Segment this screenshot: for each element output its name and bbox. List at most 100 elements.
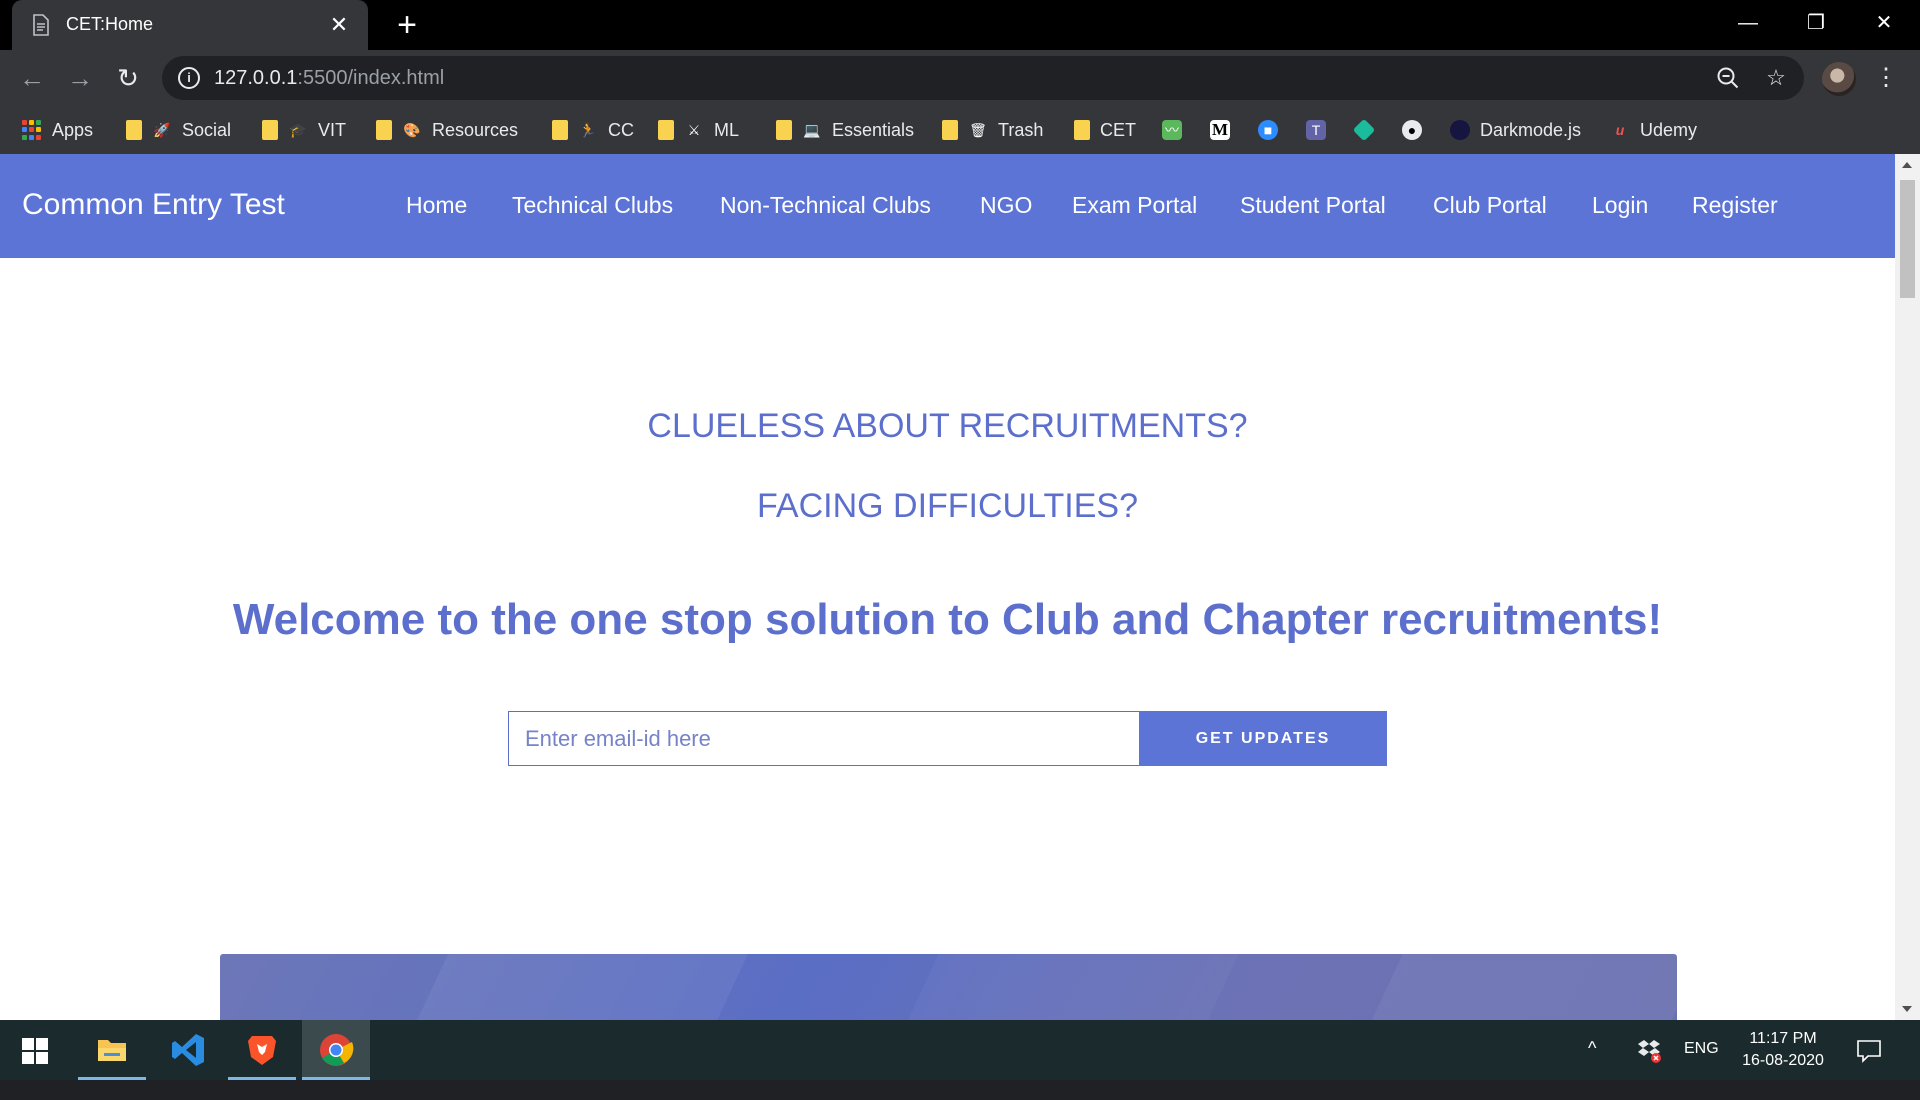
bookmark-diamond[interactable] [1352, 116, 1376, 144]
bookmarks-bar: Apps 🚀 Social 🎓 VIT 🎨 Resources 🏃 CC ⚔ M… [0, 106, 1920, 154]
language-indicator[interactable]: ENG [1684, 1040, 1719, 1100]
page-viewport: Common Entry Test Home Technical Clubs N… [0, 154, 1895, 1020]
apps-grid-icon [22, 120, 42, 140]
bookmark-label: Darkmode.js [1480, 119, 1582, 140]
medium-icon: M [1210, 120, 1230, 140]
bookmark-vit[interactable]: 🎓 VIT [262, 116, 346, 144]
hero-banner [220, 954, 1677, 1020]
clock[interactable]: 11:17 PM 16-08-2020 [1738, 1028, 1828, 1088]
bookmark-label: Essentials [832, 119, 915, 140]
minimize-button[interactable]: — [1718, 6, 1778, 40]
bookmark-teams[interactable]: T [1306, 116, 1326, 144]
bookmark-resources[interactable]: 🎨 Resources [376, 116, 518, 144]
bookmark-label: Resources [432, 119, 519, 140]
bookmark-essentials[interactable]: 💻 Essentials [776, 116, 914, 144]
chrome-icon [320, 1034, 354, 1066]
file-explorer-icon [98, 1040, 126, 1061]
tab-close-icon[interactable]: ✕ [326, 12, 352, 38]
darkmode-icon [1450, 120, 1470, 140]
nav-exam-portal[interactable]: Exam Portal [1072, 192, 1197, 219]
scroll-up-arrow-icon[interactable] [1902, 162, 1912, 168]
windows-start-icon[interactable] [22, 1038, 48, 1064]
palette-icon: 🎨 [403, 122, 421, 138]
notification-center-icon[interactable] [1856, 1038, 1882, 1064]
diamond-icon [1352, 118, 1376, 142]
udemy-icon: u [1615, 122, 1625, 138]
folder-icon [1074, 120, 1090, 140]
teams-icon: T [1306, 120, 1326, 140]
folder-icon [126, 120, 142, 140]
tray-expand-chevron-icon[interactable]: ^ [1588, 1038, 1596, 1098]
restore-button[interactable]: ❐ [1786, 6, 1846, 40]
site-info-icon[interactable]: i [178, 67, 200, 89]
bookmark-udemy[interactable]: u Udemy [1610, 116, 1697, 144]
bookmark-label: Apps [52, 119, 94, 140]
rocket-icon: 🚀 [153, 122, 171, 138]
bookmark-cc[interactable]: 🏃 CC [552, 116, 634, 144]
bookmark-apps[interactable]: Apps [22, 116, 93, 144]
profile-avatar[interactable] [1822, 62, 1856, 96]
bookmark-darkmode[interactable]: Darkmode.js [1450, 116, 1581, 144]
new-tab-button[interactable]: + [390, 8, 424, 42]
zoom-video-icon: ■ [1258, 120, 1278, 140]
nav-home[interactable]: Home [406, 192, 467, 219]
folder-icon [776, 120, 792, 140]
folder-icon [942, 120, 958, 140]
zoom-icon[interactable] [1714, 64, 1742, 92]
nav-technical-clubs[interactable]: Technical Clubs [512, 192, 673, 219]
bookmark-trash[interactable]: 🗑 Trash [942, 116, 1043, 144]
taskbar-chrome[interactable] [302, 1020, 370, 1080]
browser-toolbar: ← → ↻ i 127.0.0.1:5500/index.html ☆ ⋮ [0, 50, 1920, 106]
chrome-menu-icon[interactable]: ⋮ [1874, 62, 1898, 94]
folder-icon [376, 120, 392, 140]
laptop-icon: 💻 [803, 122, 821, 138]
brave-icon [248, 1036, 276, 1065]
bookmark-chart-site[interactable]: 〰 [1162, 116, 1182, 144]
nav-club-portal[interactable]: Club Portal [1433, 192, 1547, 219]
url-text: 127.0.0.1:5500/index.html [214, 67, 444, 90]
bookmark-cet[interactable]: CET [1074, 116, 1136, 144]
graduation-cap-icon: 🎓 [289, 122, 307, 138]
folder-icon [262, 120, 278, 140]
bookmark-zoom[interactable]: ■ [1258, 116, 1278, 144]
folder-icon [658, 120, 674, 140]
scroll-thumb[interactable] [1900, 180, 1915, 298]
email-input[interactable] [508, 711, 1140, 766]
back-button[interactable]: ← [16, 62, 48, 94]
bookmark-label: Trash [998, 119, 1044, 140]
clock-time: 11:17 PM [1749, 1030, 1817, 1047]
clock-date: 16-08-2020 [1742, 1052, 1824, 1069]
url-path: :5500/index.html [297, 67, 445, 89]
nav-login[interactable]: Login [1592, 192, 1648, 219]
reload-button[interactable]: ↻ [112, 62, 144, 94]
tab-title: CET:Home [66, 14, 154, 34]
bookmark-medium[interactable]: M [1210, 116, 1230, 144]
address-bar[interactable]: i 127.0.0.1:5500/index.html ☆ [162, 56, 1804, 100]
bookmark-label: CET [1100, 119, 1136, 140]
get-updates-button[interactable]: GET UPDATES [1139, 711, 1387, 766]
bookmark-social[interactable]: 🚀 Social [126, 116, 231, 144]
trash-icon: 🗑 [969, 122, 987, 138]
nav-non-technical-clubs[interactable]: Non-Technical Clubs [720, 192, 931, 219]
dropbox-icon[interactable] [1634, 1036, 1662, 1064]
taskbar-vscode[interactable] [154, 1020, 222, 1080]
nav-ngo[interactable]: NGO [980, 192, 1032, 219]
scroll-down-arrow-icon[interactable] [1902, 1006, 1912, 1012]
forward-button[interactable]: → [64, 62, 96, 94]
tab-strip: CET:Home ✕ + — ❐ ✕ [0, 0, 1920, 51]
nav-register[interactable]: Register [1692, 192, 1778, 219]
site-brand[interactable]: Common Entry Test [22, 188, 285, 222]
browser-tab[interactable]: CET:Home ✕ [12, 0, 368, 51]
bookmark-label: Social [182, 119, 232, 140]
bookmark-github[interactable]: ● [1402, 116, 1422, 144]
nav-student-portal[interactable]: Student Portal [1240, 192, 1386, 219]
taskbar-file-explorer[interactable] [78, 1020, 146, 1080]
bookmark-star-icon[interactable]: ☆ [1762, 64, 1790, 92]
bookmark-label: Udemy [1640, 119, 1698, 140]
taskbar-brave[interactable] [228, 1020, 296, 1080]
page-scrollbar[interactable] [1895, 154, 1920, 1020]
close-window-button[interactable]: ✕ [1854, 6, 1914, 40]
windows-taskbar: ^ ENG 11:17 PM 16-08-2020 [0, 1020, 1920, 1080]
bookmark-label: ML [714, 119, 740, 140]
bookmark-ml[interactable]: ⚔ ML [658, 116, 739, 144]
